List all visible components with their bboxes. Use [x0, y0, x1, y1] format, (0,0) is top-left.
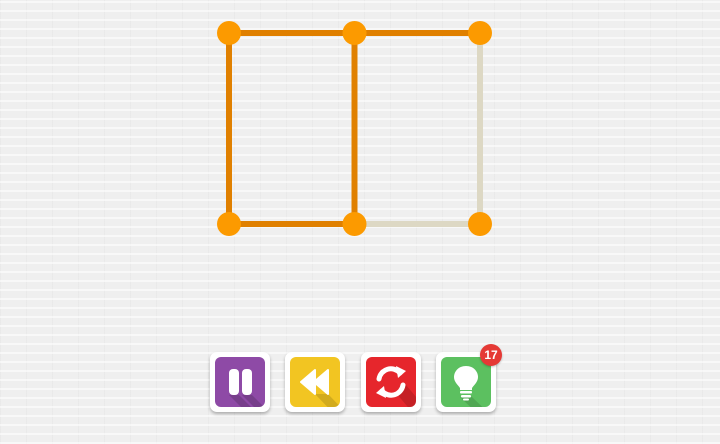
puzzle-board[interactable] — [0, 0, 720, 300]
hint-count-badge: 17 — [480, 344, 502, 366]
toolbar: 17 — [208, 344, 502, 416]
lightbulb-icon — [441, 357, 491, 407]
hint-button-face — [441, 357, 491, 407]
node-dot-f[interactable] — [468, 212, 492, 236]
restart-button-face — [366, 357, 416, 407]
rewind-icon — [290, 357, 340, 407]
hint-button[interactable]: 17 — [436, 344, 502, 412]
refresh-icon — [366, 357, 416, 407]
pause-button-face — [215, 357, 265, 407]
node-dot-a[interactable] — [217, 21, 241, 45]
node-dot-e[interactable] — [342, 212, 367, 236]
undo-button[interactable] — [285, 352, 345, 412]
restart-button[interactable] — [361, 352, 421, 412]
node-dot-c[interactable] — [468, 21, 492, 45]
pause-button[interactable] — [210, 352, 270, 412]
node-dot-d[interactable] — [217, 212, 241, 236]
pause-icon — [215, 357, 265, 407]
node-dot-b[interactable] — [342, 21, 367, 45]
undo-button-face — [290, 357, 340, 407]
